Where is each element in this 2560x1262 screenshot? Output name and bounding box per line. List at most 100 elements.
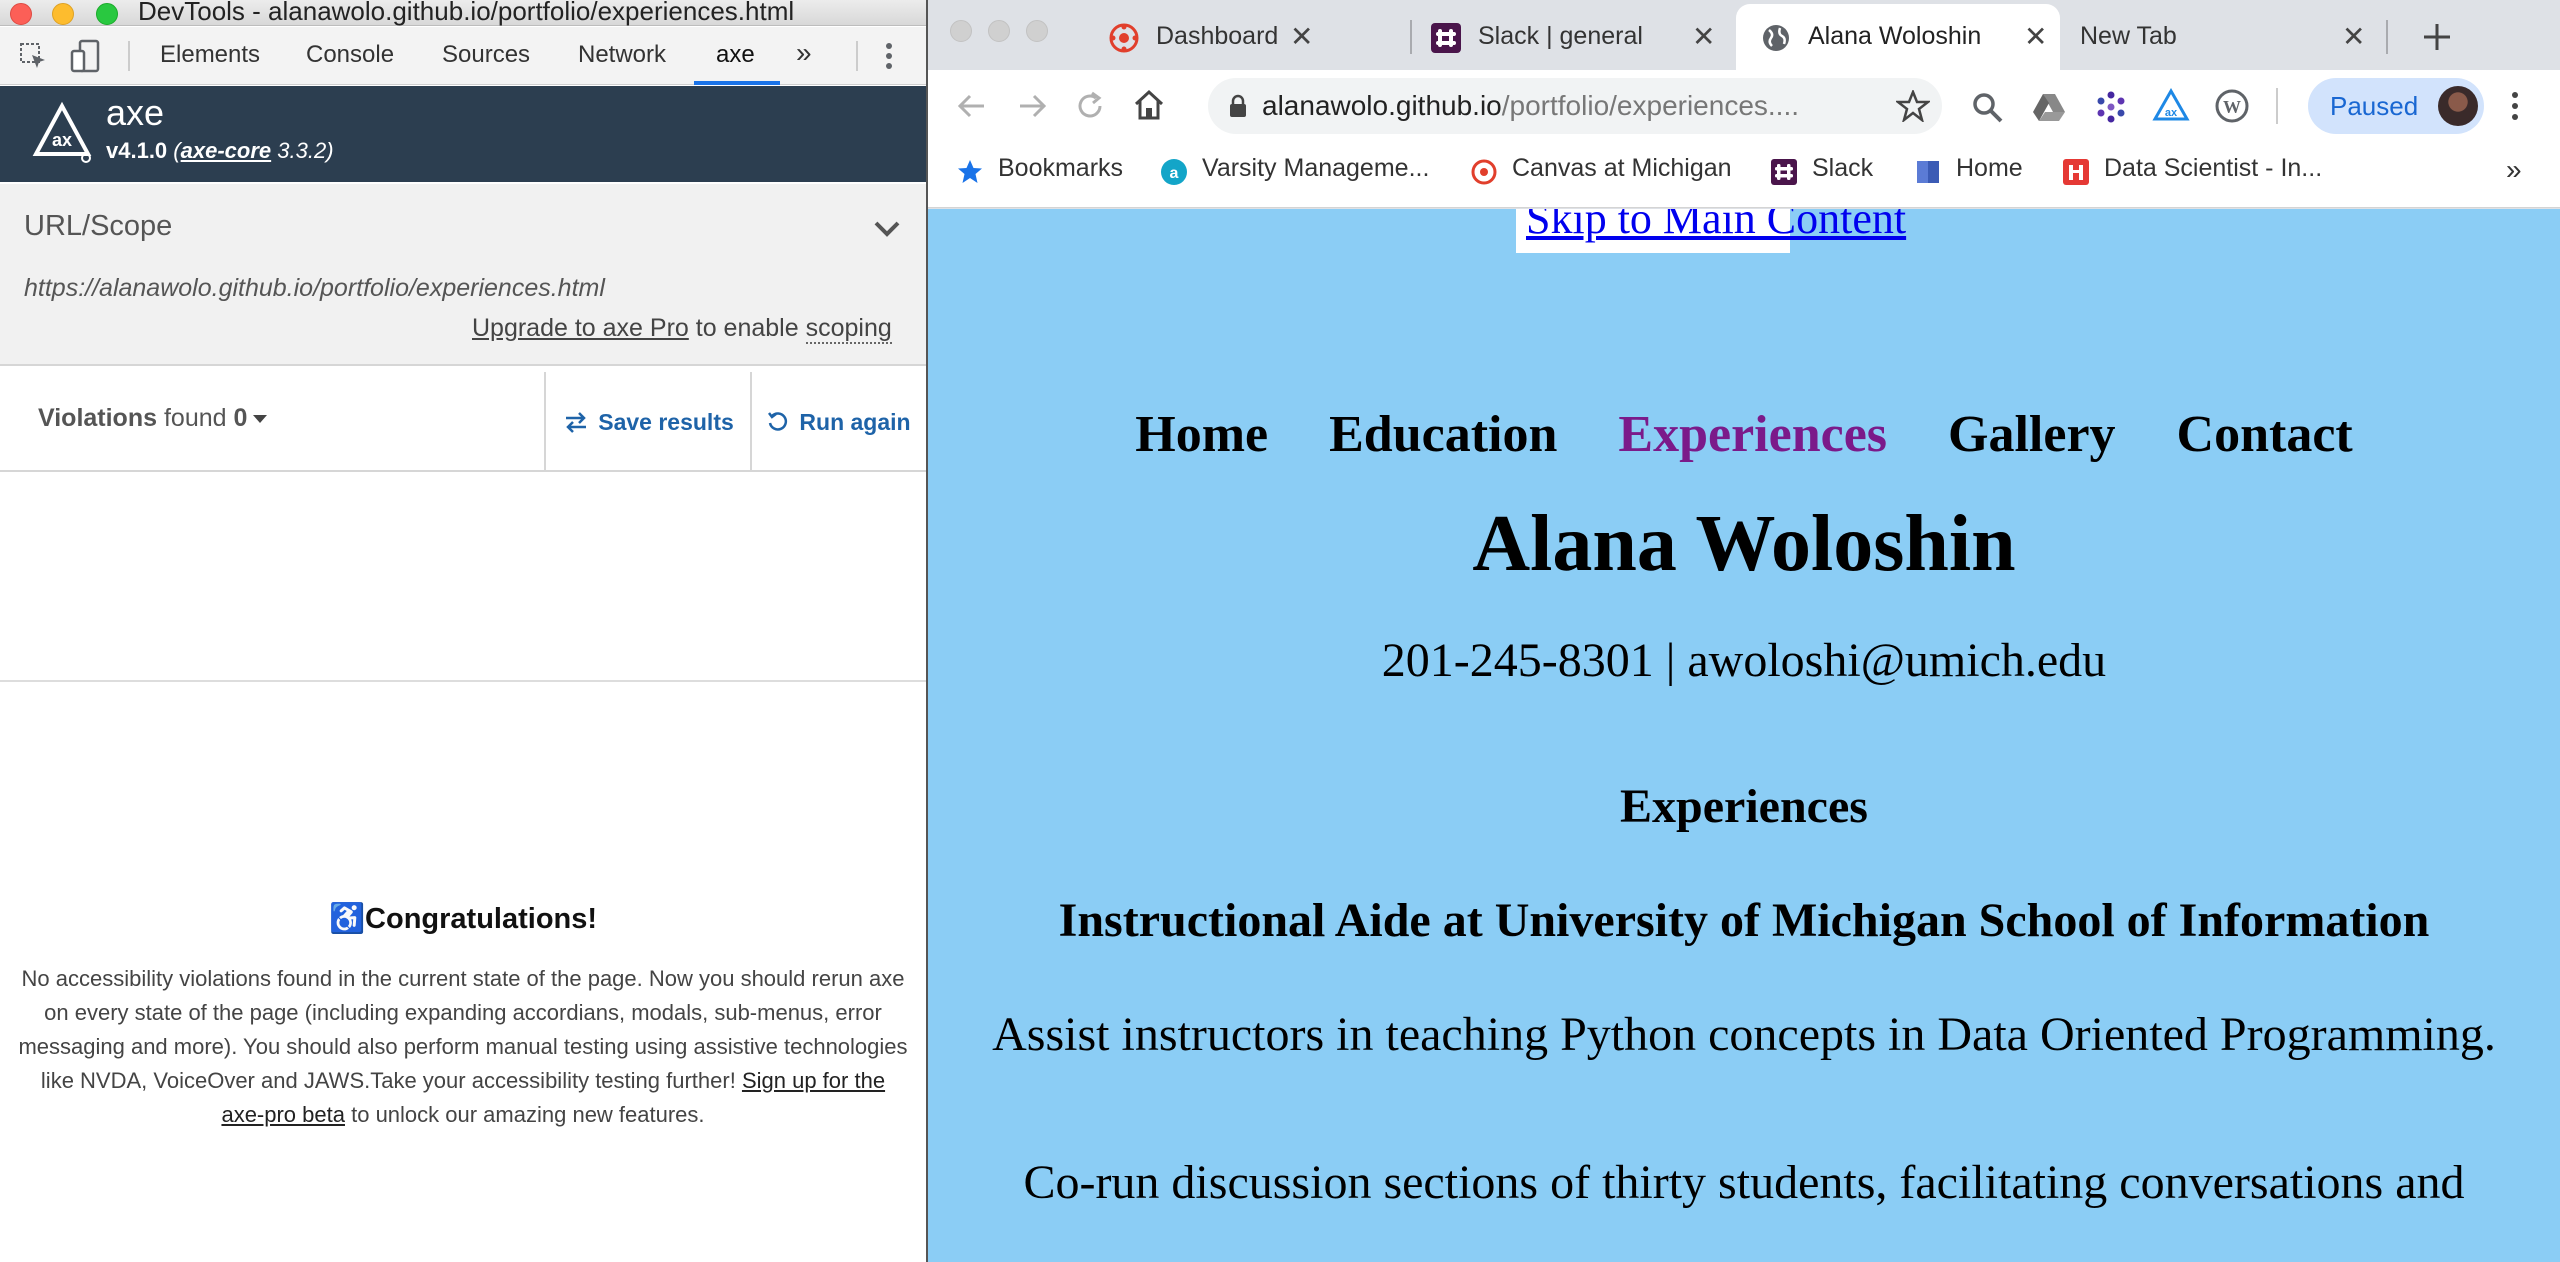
- svg-text:a: a: [1170, 165, 1179, 182]
- back-arrow-icon[interactable]: [956, 90, 988, 122]
- refresh-icon: [768, 412, 788, 431]
- devtools-window-title: DevTools - alanawolo.github.io/portfolio…: [138, 0, 795, 26]
- avatar: [2438, 86, 2478, 126]
- congrats-panel: ♿Congratulations! No accessibility viola…: [0, 684, 926, 1262]
- search-icon[interactable]: [1970, 90, 2004, 124]
- forward-arrow-icon[interactable]: [1016, 90, 1048, 122]
- run-again-button[interactable]: Run again: [750, 372, 926, 472]
- caret-down-icon: [253, 415, 268, 424]
- google-drive-icon[interactable]: [2032, 92, 2066, 122]
- scoping-term[interactable]: scoping: [805, 314, 892, 344]
- tab-separator: [1410, 20, 1412, 54]
- chevron-down-icon[interactable]: [872, 214, 902, 244]
- tab-new-tab[interactable]: New Tab: [2078, 8, 2298, 70]
- web-page: Skip to Main Content Home Education Expe…: [928, 209, 2560, 1262]
- axe-logo-icon: ax: [32, 101, 92, 163]
- inspect-element-icon[interactable]: [18, 41, 48, 71]
- active-tab-indicator: [694, 81, 780, 85]
- home-doc-icon: [1917, 161, 1939, 183]
- device-toolbar-icon[interactable]: [70, 39, 102, 73]
- bookmark-star-icon[interactable]: [1896, 90, 1930, 122]
- more-bookmarks-icon[interactable]: »: [2506, 154, 2522, 186]
- svg-text:ax: ax: [52, 130, 72, 150]
- violations-count: 0: [233, 404, 248, 432]
- tab-slack[interactable]: Slack | general | S: [1430, 8, 1642, 70]
- zoom-window-button[interactable]: [1026, 20, 1048, 42]
- accessibility-icon: ♿: [328, 903, 366, 935]
- contact-info: 201-245-8301 | awoloshi@umich.edu: [1381, 634, 2107, 687]
- canvas-icon: [1109, 23, 1139, 53]
- home-icon[interactable]: [1132, 88, 1166, 122]
- browser-window: Dashboard ✕ Slack | general | S ✕ Alana …: [928, 0, 2560, 1262]
- devtools-window: DevTools - alanawolo.github.io/portfolio…: [0, 0, 926, 1262]
- indeed-icon: [2063, 159, 2089, 185]
- tab-sources[interactable]: Sources: [442, 41, 530, 69]
- nav-education[interactable]: Education: [1329, 406, 1557, 463]
- nav-gallery[interactable]: Gallery: [1948, 406, 2116, 463]
- nav-contact[interactable]: Contact: [2177, 406, 2353, 463]
- slack-icon: [1431, 23, 1461, 53]
- results-empty-area: [0, 474, 926, 682]
- browser-menu-icon[interactable]: [2510, 90, 2520, 122]
- save-results-button[interactable]: Save results: [544, 372, 752, 472]
- tab-network[interactable]: Network: [578, 41, 666, 69]
- close-tab-icon[interactable]: ✕: [2342, 20, 2365, 53]
- wordpress-icon[interactable]: W: [2214, 88, 2250, 124]
- axe-title: axe: [106, 92, 165, 133]
- tab-alana-woloshin[interactable]: Alana Woloshin: [1760, 8, 2010, 70]
- violations-dropdown[interactable]: Violations found 0: [38, 404, 268, 433]
- axe-version: v4.1.0 (axe-core 3.3.2): [106, 138, 334, 163]
- devtools-toolbar: Elements Console Sources Network axe »: [0, 27, 926, 85]
- tab-separator: [2386, 20, 2388, 54]
- job-description: Assist instructors in teaching Python co…: [992, 1008, 2496, 1061]
- devtools-titlebar: DevTools - alanawolo.github.io/portfolio…: [0, 0, 926, 26]
- minimize-window-button[interactable]: [988, 20, 1010, 42]
- new-tab-plus-icon[interactable]: [2422, 22, 2452, 52]
- nav-experiences[interactable]: Experiences: [1618, 406, 1887, 463]
- tab-console[interactable]: Console: [306, 41, 394, 69]
- close-tab-icon[interactable]: ✕: [1290, 20, 1313, 53]
- congrats-heading: ♿Congratulations!: [328, 903, 598, 935]
- profile-paused-button[interactable]: Paused: [2308, 78, 2484, 134]
- lock-icon: [1230, 94, 1246, 117]
- upgrade-notice: Upgrade to axe Pro to enable scoping: [472, 314, 892, 344]
- close-window-button[interactable]: [10, 3, 32, 25]
- upgrade-link[interactable]: Upgrade to axe Pro: [472, 314, 689, 342]
- slack-icon: [1771, 159, 1797, 185]
- varsity-icon: a: [1161, 159, 1187, 185]
- zoom-window-button[interactable]: [96, 3, 118, 25]
- devtools-menu-icon[interactable]: [884, 41, 894, 71]
- close-tab-icon[interactable]: ✕: [2024, 20, 2047, 53]
- close-tab-icon[interactable]: ✕: [1692, 20, 1715, 53]
- url-text: alanawolo.github.io/portfolio/experience…: [1262, 90, 1800, 121]
- nav-home[interactable]: Home: [1135, 406, 1268, 463]
- section-title: Experiences: [1620, 780, 1868, 833]
- extension-dots-icon[interactable]: [2094, 90, 2128, 124]
- svg-text:ax: ax: [2165, 107, 2178, 119]
- tab-elements[interactable]: Elements: [160, 41, 260, 69]
- browser-toolbar: alanawolo.github.io/portfolio/experience…: [928, 70, 2560, 142]
- svg-text:W: W: [2223, 97, 2241, 117]
- globe-icon: [1763, 25, 1789, 51]
- axe-extension-icon[interactable]: ax: [2152, 88, 2190, 124]
- skip-to-content-link[interactable]: Skip to Main Content: [1516, 209, 1906, 253]
- scope-url: https://alanawolo.github.io/portfolio/ex…: [24, 274, 605, 302]
- axe-header: ax axe v4.1.0 (axe-core 3.3.2): [0, 86, 926, 182]
- star-icon: [958, 160, 982, 183]
- violations-bar: Violations found 0 Save results Run agai…: [0, 372, 926, 472]
- swap-icon: [566, 412, 587, 433]
- tab-axe[interactable]: axe: [716, 41, 755, 69]
- axe-core-link[interactable]: axe-core: [181, 138, 272, 163]
- job-description: Co-run discussion sections of thirty stu…: [1023, 1156, 2465, 1209]
- minimize-window-button[interactable]: [52, 3, 74, 25]
- more-tabs-button[interactable]: »: [796, 37, 812, 69]
- reload-icon[interactable]: [1074, 90, 1106, 122]
- address-bar[interactable]: alanawolo.github.io/portfolio/experience…: [1208, 78, 1942, 134]
- close-window-button[interactable]: [950, 20, 972, 42]
- bookmarks-bar: Bookmarks a Varsity Manageme... Canvas a…: [928, 142, 2560, 208]
- tab-dashboard[interactable]: Dashboard ✕: [1108, 8, 1318, 70]
- site-nav: Home Education Experiences Gallery Conta…: [928, 405, 2560, 465]
- canvas-icon: [1471, 159, 1497, 185]
- job-title: Instructional Aide at University of Mich…: [1058, 894, 2430, 947]
- url-scope-panel: URL/Scope https://alanawolo.github.io/po…: [0, 184, 926, 366]
